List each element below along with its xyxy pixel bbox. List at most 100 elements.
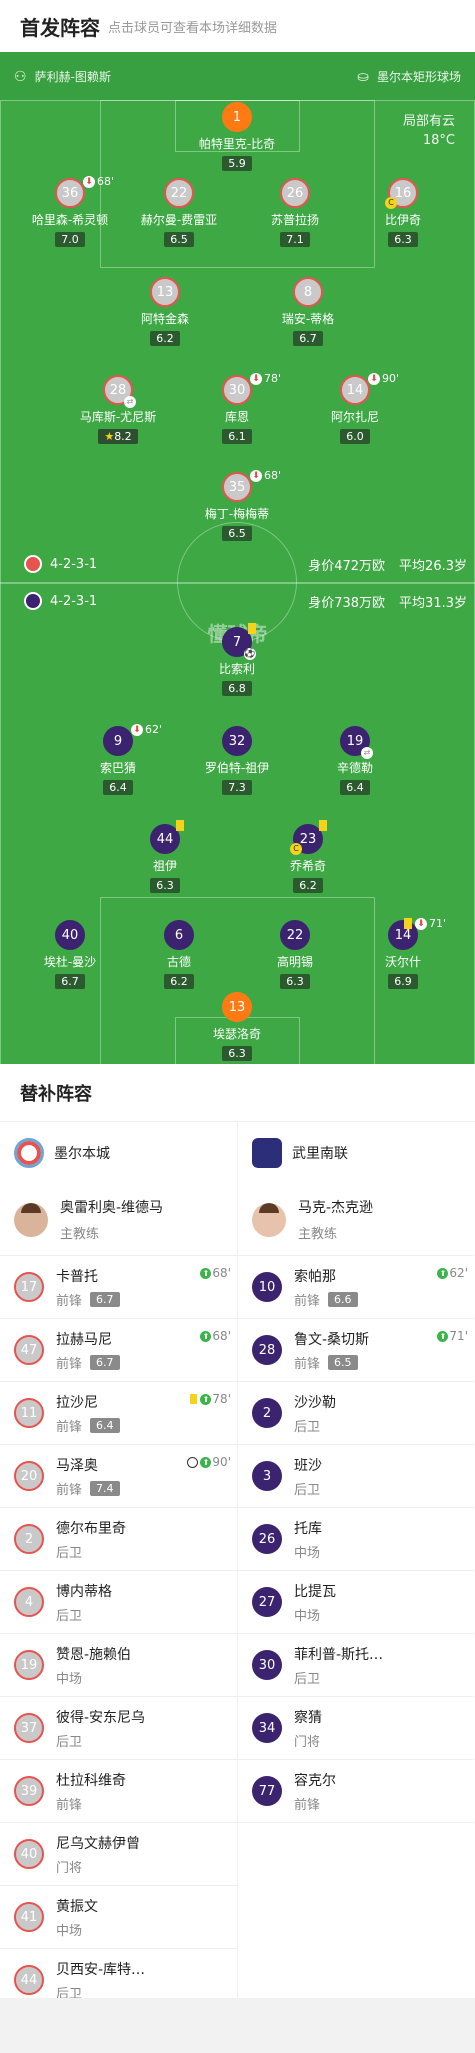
player-name: 德尔布里奇 (56, 1520, 126, 1537)
player-position: 后卫 (294, 1671, 321, 1687)
bench-player-row[interactable]: 11 拉沙尼 前锋 6.4 ⬆ 78' (0, 1382, 237, 1445)
player-name: 瑞安-蒂格 (281, 312, 335, 326)
player-rating: 6.8 (222, 681, 252, 696)
home-player[interactable]: 22 赫尔曼-费雷亚 6.5 (124, 178, 234, 247)
sub-minute: 62' (145, 723, 163, 736)
away-player[interactable]: 23 C 乔希奇 6.2 (253, 820, 363, 893)
bench-player-row[interactable]: 3 班沙 后卫 (238, 1445, 474, 1508)
player-number: 77 (252, 1776, 282, 1806)
bench-player-row[interactable]: 41 黄振文 中场 (0, 1886, 237, 1949)
bench-player-row[interactable]: 2 沙沙勒 后卫 (238, 1382, 474, 1445)
sub-in-icon: ⬆ (437, 1267, 449, 1279)
sub-in-event: ⬆ 62' (437, 1266, 468, 1280)
player-rating: 6.3 (222, 1046, 252, 1061)
away-player[interactable]: 44 祖伊 6.3 (110, 820, 220, 893)
bench-player-row[interactable]: 2 德尔布里奇 后卫 (0, 1508, 237, 1571)
away-player[interactable]: 22 高明锡 6.3 (240, 920, 350, 989)
bench-player-row[interactable]: 37 彼得-安东尼乌 后卫 (0, 1697, 237, 1760)
away-player[interactable]: 13 埃瑟洛奇 6.3 (182, 992, 292, 1061)
player-name: 辛德勒 (336, 761, 373, 775)
player-name: 察猜 (294, 1709, 322, 1726)
bench-player-row[interactable]: 40 尼乌文赫伊曾 门将 (0, 1823, 237, 1886)
away-player[interactable]: 9 ⬇ 62' 索巴猜 6.4 (63, 723, 173, 795)
sub-minute: 90' (382, 372, 400, 385)
avatar (14, 1202, 48, 1237)
away-player[interactable]: 40 埃杜-曼沙 6.7 (15, 920, 125, 989)
away-coach[interactable]: 马克-杰克逊 主教练 (238, 1184, 474, 1256)
player-rating: 6.9 (388, 974, 418, 989)
home-player[interactable]: 8 瑞安-蒂格 6.7 (253, 277, 363, 346)
bench-player-row[interactable]: 27 比提瓦 中场 (238, 1571, 474, 1634)
lineup-title: 首发阵容 (20, 15, 100, 40)
player-rating: 6.5 (328, 1354, 358, 1370)
bench-player-row[interactable]: 47 拉赫马尼 前锋 6.7 ⬆ 68' (0, 1319, 237, 1382)
yellow-card-icon (319, 820, 327, 831)
player-number: 19 (14, 1650, 44, 1680)
player-rating: 6.2 (150, 331, 180, 346)
away-team-badge-icon (24, 592, 42, 610)
bench-player-row[interactable]: 30 菲利普-斯托… 后卫 (238, 1634, 474, 1697)
player-name: 苏普拉扬 (270, 213, 319, 227)
home-age-text: 平均26.3岁 (399, 559, 467, 574)
player-rating: 6.7 (55, 974, 85, 989)
bench-player-row[interactable]: 19 赞恩-施赖伯 中场 (0, 1634, 237, 1697)
player-number: 16 (394, 185, 412, 201)
home-player[interactable]: 14 ⬇ 90' 阿尔扎尼 6.0 (300, 372, 410, 444)
home-coach[interactable]: 奥雷利奥-维德马 主教练 (0, 1184, 237, 1256)
player-position: 门将 (56, 1860, 83, 1876)
away-player[interactable]: 19 ⇄ 辛德勒 6.4 (300, 726, 410, 795)
player-number: 2 (252, 1398, 282, 1428)
away-player[interactable]: 32 罗伯特-祖伊 7.3 (182, 726, 292, 795)
bench-player-row[interactable]: 34 察猜 门将 (238, 1697, 474, 1760)
player-position: 后卫 (294, 1482, 321, 1498)
sub-off-icon: ⬇ (131, 723, 143, 736)
subs-title: 替补阵容 (0, 1064, 475, 1122)
bench-player-row[interactable]: 28 鲁文-桑切斯 前锋 6.5 ⬆ 71' (238, 1319, 474, 1382)
player-name: 马库斯-尤尼斯 (79, 410, 157, 424)
player-rating: 6.5 (164, 232, 194, 247)
whistle-icon: ⚇ (14, 68, 27, 85)
player-name: 阿尔扎尼 (330, 410, 379, 424)
away-formation: 4-2-3-1 (24, 592, 97, 610)
home-player[interactable]: 26 苏普拉扬 7.1 (240, 178, 350, 247)
bench-player-row[interactable]: 10 索帕那 前锋 6.6 ⬆ 62' (238, 1256, 474, 1319)
away-team-header[interactable]: 武里南联 (238, 1122, 474, 1184)
bench-player-row[interactable]: 26 托库 中场 (238, 1508, 474, 1571)
home-player[interactable]: 13 阿特金森 6.2 (110, 277, 220, 346)
bench-player-row[interactable]: 77 容克尔 前锋 (238, 1760, 474, 1823)
player-name: 拉赫马尼 (56, 1331, 112, 1348)
player-rating: 6.7 (293, 331, 323, 346)
home-team-logo-icon (14, 1138, 44, 1168)
player-number: 41 (14, 1902, 44, 1932)
home-player[interactable]: 1 帕特里克-比奇 5.9 (182, 102, 292, 171)
sub-off-badge: ⬇ 62' (131, 723, 162, 736)
home-player[interactable]: 30 ⬇ 78' 库恩 6.1 (182, 372, 292, 444)
player-rating: 6.2 (293, 878, 323, 893)
player-name: 马泽奥 (56, 1457, 98, 1474)
player-name: 容克尔 (294, 1772, 336, 1789)
bench-player-row[interactable]: 4 博内蒂格 后卫 (0, 1571, 237, 1634)
away-player[interactable]: 14 ⬇ 71' 沃尔什 6.9 (348, 917, 458, 989)
home-team-header[interactable]: 墨尔本城 (0, 1122, 237, 1184)
home-player[interactable]: 28 ⇄ 马库斯-尤尼斯 ★8.2 (63, 375, 173, 444)
sub-off-icon: ⬇ (83, 175, 95, 188)
footer-spacer (0, 1998, 475, 2053)
player-name: 阿特金森 (140, 312, 189, 326)
bench-player-row[interactable]: 39 杜拉科维奇 前锋 (0, 1760, 237, 1823)
player-rating: 6.4 (103, 780, 133, 795)
bench-player-row[interactable]: 20 马泽奥 前锋 7.4 ⬆ 90' (0, 1445, 237, 1508)
player-number: 3 (252, 1461, 282, 1491)
sub-in-event: ⬆ 71' (437, 1329, 468, 1343)
player-number: 36 (61, 185, 79, 201)
bench-player-row[interactable]: 17 卡普托 前锋 6.7 ⬆ 68' (0, 1256, 237, 1319)
away-player[interactable]: 6 古德 6.2 (124, 920, 234, 989)
player-rating: 6.2 (164, 974, 194, 989)
home-player[interactable]: 36 ⬇ 68' 哈里森-希灵顿 7.0 (15, 175, 125, 247)
home-player[interactable]: 16 C 比伊奇 6.3 (348, 178, 458, 247)
away-player[interactable]: 7 ⚽ 比索利 6.8 (182, 623, 292, 696)
home-player[interactable]: 35 ⬇ 68' 梅丁-梅梅蒂 6.5 (182, 469, 292, 541)
player-name: 库恩 (224, 410, 249, 424)
player-name: 沙沙勒 (294, 1394, 336, 1411)
sub-in-icon: ⬆ (200, 1267, 212, 1279)
player-position: 中场 (294, 1608, 321, 1624)
